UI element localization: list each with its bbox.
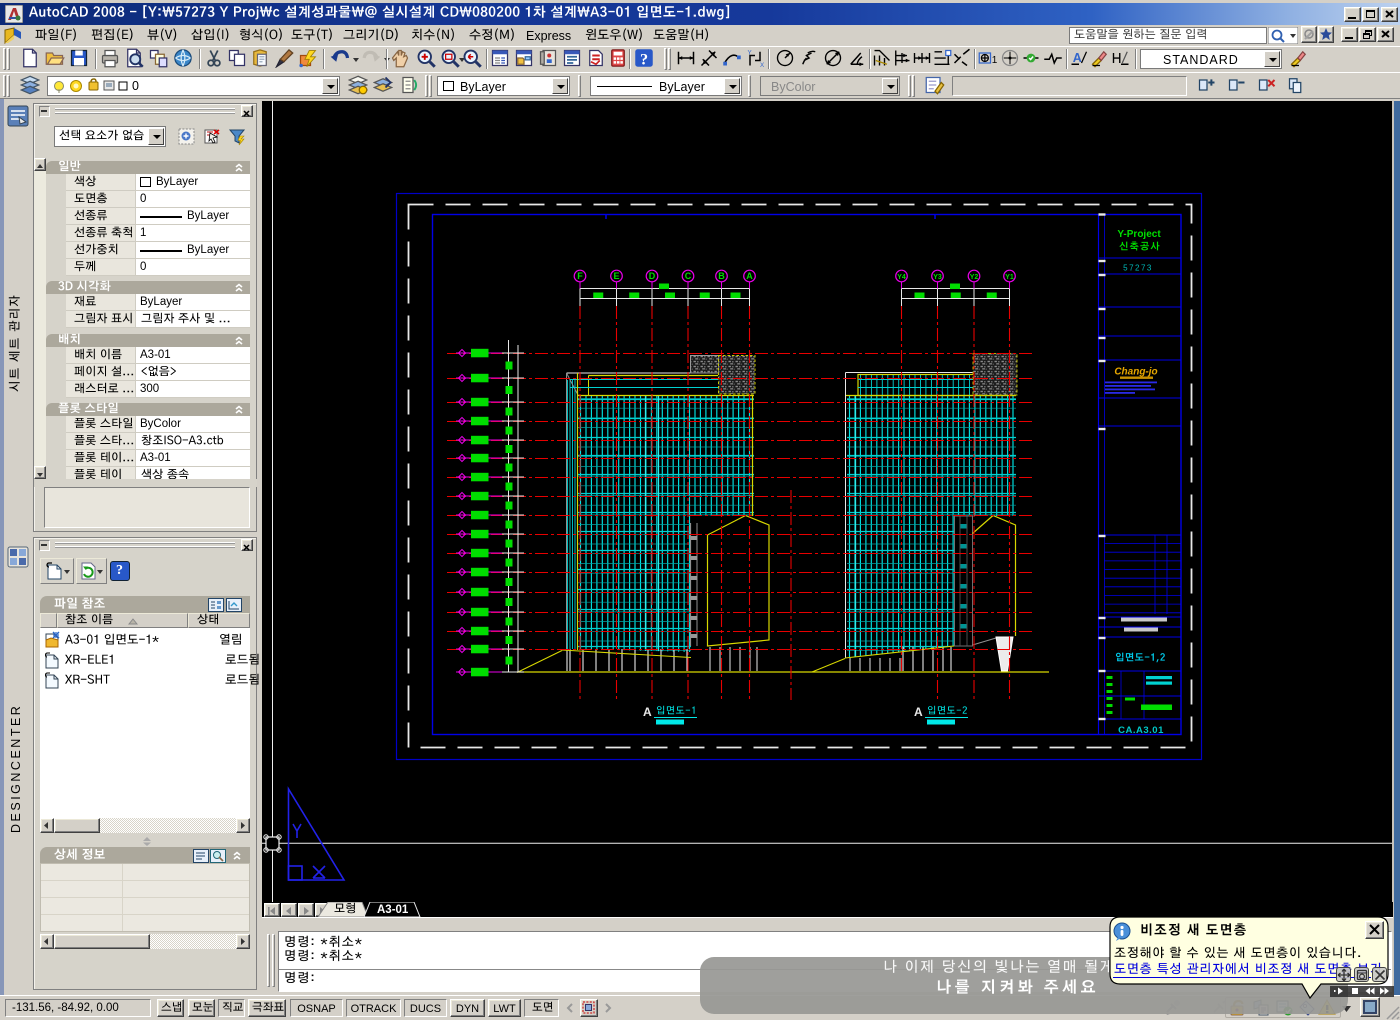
svg-text:X: X bbox=[760, 62, 765, 68]
svg-text:Y4: Y4 bbox=[897, 274, 906, 281]
svg-text:Chang-jo: Chang-jo bbox=[1114, 367, 1157, 378]
svg-text:B: B bbox=[718, 271, 725, 281]
svg-text:A: A bbox=[914, 705, 923, 719]
svg-text:Y1: Y1 bbox=[1005, 274, 1014, 281]
svg-text:Y-Project: Y-Project bbox=[1117, 229, 1161, 240]
svg-text:57273: 57273 bbox=[1123, 264, 1153, 273]
svg-text:CA.A3.01: CA.A3.01 bbox=[1118, 725, 1164, 736]
svg-text:Y2: Y2 bbox=[970, 274, 979, 281]
svg-text:Y3: Y3 bbox=[933, 274, 942, 281]
svg-text:?: ? bbox=[640, 50, 648, 68]
svg-text:C: C bbox=[685, 271, 692, 281]
svg-text:1: 1 bbox=[992, 55, 998, 66]
svg-text:A: A bbox=[746, 271, 753, 281]
svg-text:F: F bbox=[577, 271, 583, 281]
svg-text:E: E bbox=[613, 271, 619, 281]
svg-text:A: A bbox=[643, 705, 652, 719]
svg-text:A: A bbox=[1073, 51, 1082, 65]
svg-text:D: D bbox=[649, 271, 656, 281]
